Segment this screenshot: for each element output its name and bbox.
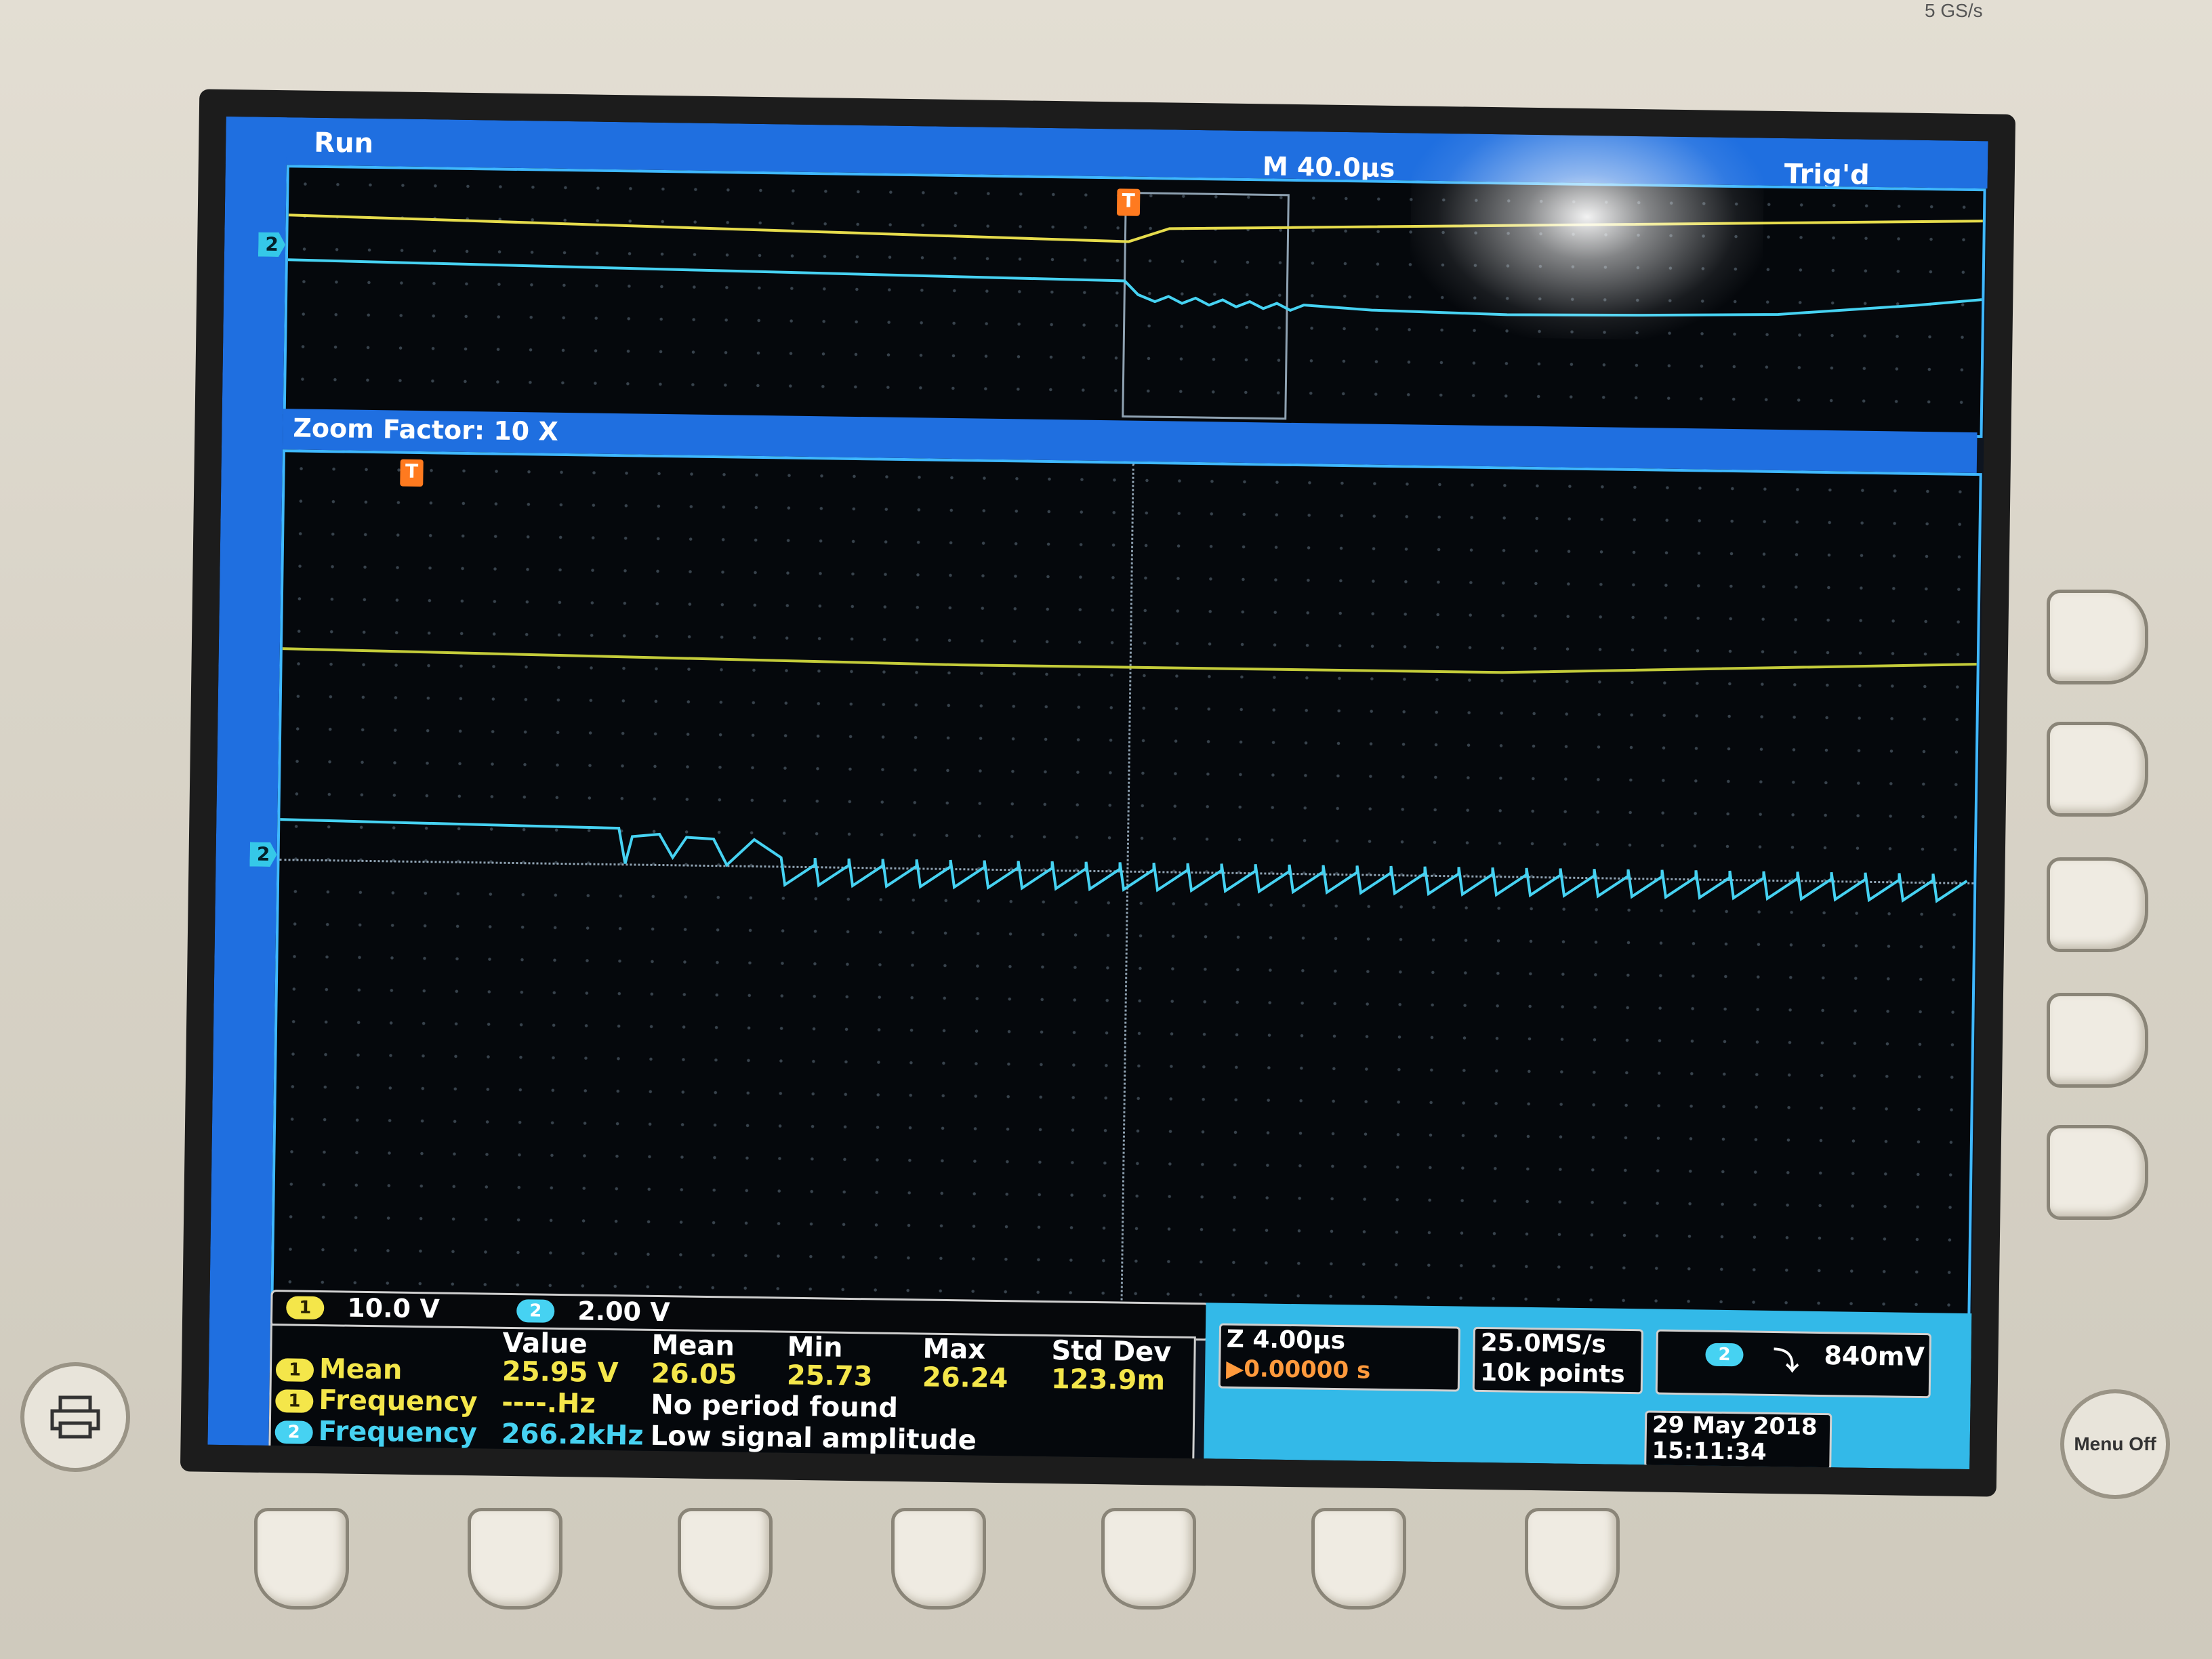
row-value: 266.2kHz [501,1418,644,1452]
header-std-dev: Std Dev [1051,1335,1172,1368]
sample-rate: 25.0MS/s [1480,1328,1607,1359]
row-note: No period found [651,1389,899,1424]
overview-waveform-panel: T [283,165,1986,438]
row-std: 30.43m [1050,1457,1164,1469]
ch1-zoom-trace [282,647,1977,674]
side-menu-button-3[interactable] [2047,857,2148,952]
ch2-overview-trace [287,258,1982,317]
bottom-menu-button-4[interactable] [891,1508,986,1610]
bottom-menu-button-1[interactable] [254,1508,349,1610]
row-min: 25.73 [786,1359,873,1393]
bottom-menu-button-7[interactable] [1525,1508,1620,1610]
row-std: 123.9m [1050,1364,1166,1397]
row-mean: 340.2m [649,1451,764,1470]
print-button[interactable] [20,1362,130,1472]
row-value: ----.Hz [501,1387,596,1420]
header-value: Value [502,1327,588,1360]
ch2-scale: 2.00 V [577,1296,670,1328]
ch1-badge[interactable]: 1 [286,1296,325,1320]
datetime-box: 29 May 2018 15:11:34 [1644,1410,1832,1470]
row-max: 424.7m [921,1455,1036,1469]
ch1-scale: 10.0 V [346,1292,440,1324]
printer-icon [50,1395,100,1439]
row-badge: 1 [275,1389,314,1413]
zoom-scale: Z 4.00µs [1226,1325,1346,1355]
row-name: Frequency [318,1416,478,1450]
date: 29 May 2018 [1652,1411,1818,1441]
record-length: 10k points [1479,1358,1626,1389]
row-mean: 26.05 [651,1357,737,1391]
bottom-menu-button-6[interactable] [1311,1508,1406,1610]
zoom-factor-label: Zoom Factor: 10 X [293,413,559,447]
header-min: Min [787,1331,843,1364]
row-name: Mean [317,1447,401,1470]
zoom-position: ▶0.00000 s [1225,1355,1371,1385]
trigger-level: 840mV [1824,1340,1925,1372]
zoom-trigger-marker: T [400,459,424,487]
row-note: Low signal amplitude [650,1420,977,1456]
ch2-badge[interactable]: 2 [516,1299,555,1323]
run-state: Run [313,127,374,159]
sample-rate-label: 5 GS/s [1925,0,1983,21]
row-badge: 1 [275,1358,314,1382]
header-max: Max [922,1333,986,1366]
measurements-table: Value Mean Min Max Std Dev 1 Mean 25.95 … [268,1324,1196,1470]
trigger-source: 2 [1705,1343,1744,1367]
zoom-waveform-panel: T [270,449,1982,1319]
falling-edge-icon: ⤵ [1773,1345,1799,1376]
row-min: 300.2m [785,1454,900,1469]
zoom-info-box[interactable]: Z 4.00µs ▶0.00000 s [1218,1323,1461,1392]
zoom-traces [280,647,1977,903]
row-name: Mean [319,1353,403,1386]
ch2-zoom-trace [280,818,1968,903]
time: 15:11:34 [1652,1437,1767,1466]
row-max: 26.24 [922,1361,1008,1395]
acquisition-box[interactable]: 25.0MS/s 10k points [1472,1326,1644,1395]
row-value: 356.1mV [500,1449,636,1470]
side-menu-button-4[interactable] [2047,993,2148,1088]
row-value: 25.95 V [501,1355,619,1389]
screen-frame: Run M 40.0µs Trig'd T 2 Zoom Factor: 10 … [180,89,2016,1497]
row-badge: 2 [274,1420,313,1444]
display: Run M 40.0µs Trig'd T 2 Zoom Factor: 10 … [207,116,1988,1470]
bottom-menu-button-5[interactable] [1101,1508,1196,1610]
row-name: Frequency [319,1385,478,1418]
side-menu-button-5[interactable] [2047,1125,2148,1220]
row-badge: 2 [274,1452,313,1470]
overview-trigger-marker: T [1116,188,1141,216]
trigger-box[interactable]: 2 ⤵ 840mV [1655,1329,1931,1399]
side-menu-button-1[interactable] [2047,590,2148,684]
bottom-menu-button-2[interactable] [468,1508,562,1610]
menu-off-button[interactable]: Menu Off [2060,1389,2170,1499]
side-menu-button-2[interactable] [2047,722,2148,817]
header-mean: Mean [651,1329,735,1362]
bottom-menu-button-3[interactable] [678,1508,773,1610]
